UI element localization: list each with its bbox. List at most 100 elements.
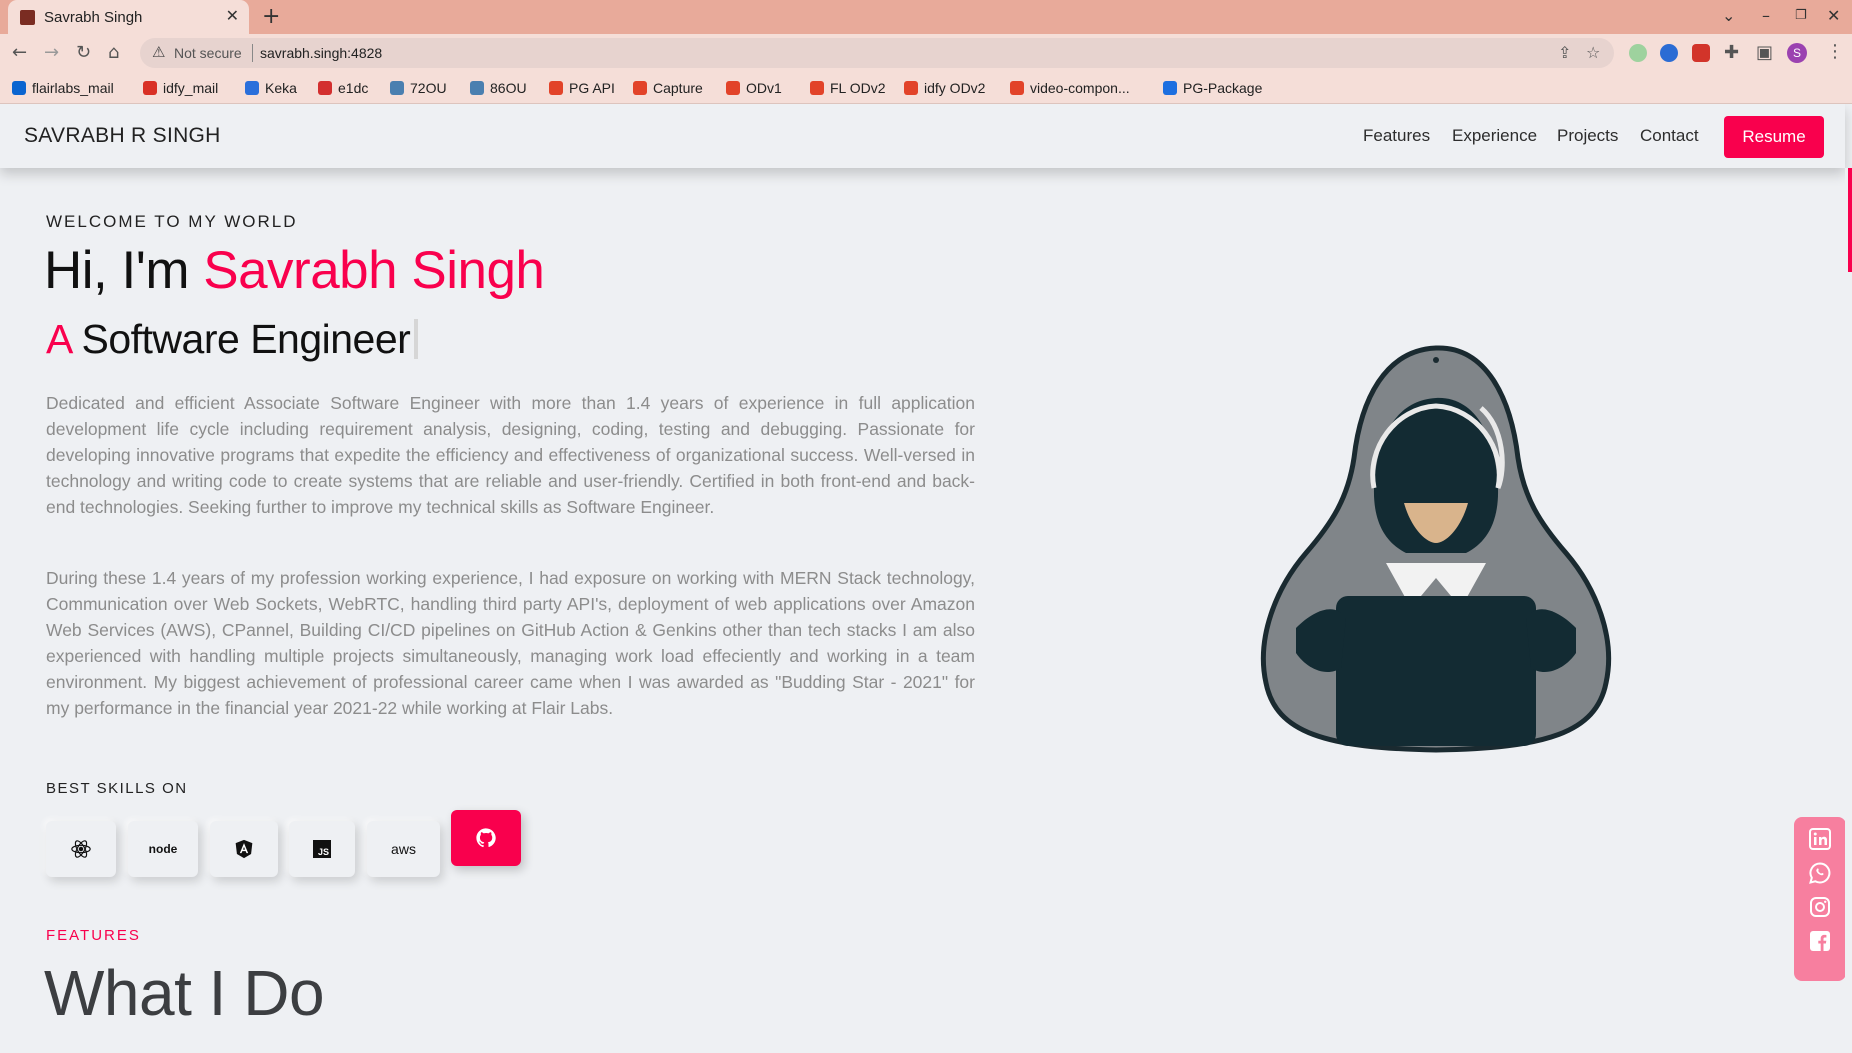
intro-paragraph: Dedicated and efficient Associate Softwa… (46, 393, 975, 517)
favicon-icon (20, 10, 35, 25)
linkedin-icon[interactable] (1808, 827, 1832, 851)
welcome-label: WELCOME TO MY WORLD (46, 212, 298, 231)
resume-button[interactable]: Resume (1724, 116, 1824, 158)
bookmark-favicon-icon (1010, 81, 1024, 95)
bookmark-label: flairlabs_mail (32, 80, 114, 96)
javascript-icon: JS (313, 840, 331, 858)
bookmark-label: PG API (569, 80, 615, 96)
home-icon[interactable]: ⌂ (108, 42, 119, 63)
new-tab-icon[interactable]: + (262, 4, 280, 29)
menu-icon[interactable]: ⋮ (1826, 41, 1844, 62)
bookmark-favicon-icon (633, 81, 647, 95)
bookmark-favicon-icon (726, 81, 740, 95)
skill-node[interactable]: node (128, 821, 198, 877)
role-heading: A Software Engineer (46, 316, 419, 363)
browser-tab[interactable]: Savrabh Singh ✕ (8, 0, 249, 34)
warning-icon[interactable]: ⚠ (152, 43, 165, 61)
bookmark-item[interactable]: PG API (549, 78, 615, 98)
bookmark-item[interactable]: Capture (633, 78, 703, 98)
bookmark-item[interactable]: 72OU (390, 78, 447, 98)
portfolio-page: SAVRABH R SINGH Features Experience Proj… (0, 104, 1852, 1053)
bookmark-item[interactable]: e1dc (318, 78, 368, 98)
bookmark-item[interactable]: PG-Package (1163, 78, 1262, 98)
close-window-icon[interactable]: ✕ (1827, 6, 1840, 25)
scrollbar-track[interactable] (1845, 168, 1852, 1053)
brand-name[interactable]: SAVRABH R SINGH (24, 124, 221, 148)
url-text[interactable]: savrabh.singh:4828 (260, 45, 382, 61)
bookmark-favicon-icon (318, 81, 332, 95)
extension-icon[interactable] (1692, 44, 1710, 62)
bookmark-item[interactable]: idfy_mail (143, 78, 218, 98)
bookmark-label: video-compon... (1030, 80, 1130, 96)
bookmark-favicon-icon (245, 81, 259, 95)
skill-aws[interactable]: aws (367, 821, 440, 877)
bookmark-favicon-icon (390, 81, 404, 95)
experience-paragraph: During these 1.4 years of my profession … (46, 568, 975, 718)
bookmark-favicon-icon (549, 81, 563, 95)
extension-icon[interactable] (1629, 44, 1647, 62)
bookmark-item[interactable]: Keka (245, 78, 297, 98)
skill-javascript[interactable]: JS (289, 821, 355, 877)
scrollbar-thumb[interactable] (1848, 168, 1852, 272)
bookmark-label: idfy ODv2 (924, 80, 986, 96)
bookmark-label: e1dc (338, 80, 369, 96)
bookmark-label: FL ODv2 (830, 80, 886, 96)
nav-link-experience[interactable]: Experience (1452, 126, 1537, 146)
bookmark-item[interactable]: 86OU (470, 78, 527, 98)
bookmark-item[interactable]: flairlabs_mail (12, 78, 114, 98)
bookmark-label: PG-Package (1183, 80, 1263, 96)
bookmark-label: 72OU (410, 80, 447, 96)
typing-cursor (414, 319, 419, 359)
react-icon (71, 840, 91, 858)
tab-bar: Savrabh Singh ✕ + ⌄ – ❐ ✕ (0, 0, 1852, 34)
profile-avatar[interactable]: S (1787, 43, 1807, 63)
extensions-puzzle-icon[interactable]: ✚ (1724, 42, 1739, 63)
skill-react[interactable] (46, 821, 116, 877)
bookmark-item[interactable]: idfy ODv2 (904, 78, 985, 98)
forward-icon[interactable]: → (44, 42, 59, 63)
site-header: SAVRABH R SINGH Features Experience Proj… (0, 104, 1845, 168)
whatsapp-icon[interactable] (1808, 861, 1832, 885)
social-links (1794, 817, 1846, 981)
nav-link-features[interactable]: Features (1363, 126, 1430, 146)
nav-link-contact[interactable]: Contact (1640, 126, 1699, 146)
bookmark-item[interactable]: FL ODv2 (810, 78, 886, 98)
hacker-illustration (1260, 345, 1612, 753)
role-prefix: A (46, 316, 71, 362)
bookmark-item[interactable]: video-compon... (1010, 78, 1130, 98)
angular-icon (235, 839, 253, 859)
features-heading: What I Do (44, 957, 325, 1029)
bookmark-label: Keka (265, 80, 297, 96)
bookmark-favicon-icon (904, 81, 918, 95)
instagram-icon[interactable] (1808, 895, 1832, 919)
hero-heading: Hi, I'm Savrabh Singh (44, 240, 545, 301)
greeting-text: Hi, I'm (44, 241, 204, 300)
bookmark-star-icon[interactable]: ☆ (1586, 43, 1600, 62)
share-icon[interactable]: ⇪ (1558, 43, 1571, 62)
facebook-icon[interactable] (1808, 929, 1832, 953)
side-panel-icon[interactable]: ▣ (1756, 42, 1773, 63)
nav-link-projects[interactable]: Projects (1557, 126, 1618, 146)
bookmark-favicon-icon (1163, 81, 1177, 95)
tab-title: Savrabh Singh (44, 9, 143, 26)
skill-github[interactable] (451, 810, 521, 866)
role-text: Software Engineer (81, 316, 411, 362)
bookmark-label: Capture (653, 80, 703, 96)
security-label: Not secure (174, 45, 242, 61)
reload-icon[interactable]: ↻ (76, 42, 91, 63)
skill-angular[interactable] (210, 821, 278, 877)
address-bar[interactable]: ⚠ Not secure savrabh.singh:4828 ⇪ ☆ (140, 38, 1614, 68)
tab-search-icon[interactable]: ⌄ (1722, 6, 1735, 25)
back-icon[interactable]: ← (12, 42, 27, 63)
features-label: FEATURES (46, 927, 141, 944)
divider (252, 44, 253, 62)
github-icon (476, 828, 496, 848)
skills-title: BEST SKILLS ON (46, 780, 188, 797)
extension-icon[interactable] (1660, 44, 1678, 62)
close-tab-icon[interactable]: ✕ (226, 6, 239, 25)
bookmark-item[interactable]: ODv1 (726, 78, 782, 98)
minimize-icon[interactable]: – (1762, 6, 1770, 25)
bookmark-label: idfy_mail (163, 80, 219, 96)
restore-icon[interactable]: ❐ (1795, 8, 1807, 23)
aws-icon: aws (391, 841, 416, 857)
